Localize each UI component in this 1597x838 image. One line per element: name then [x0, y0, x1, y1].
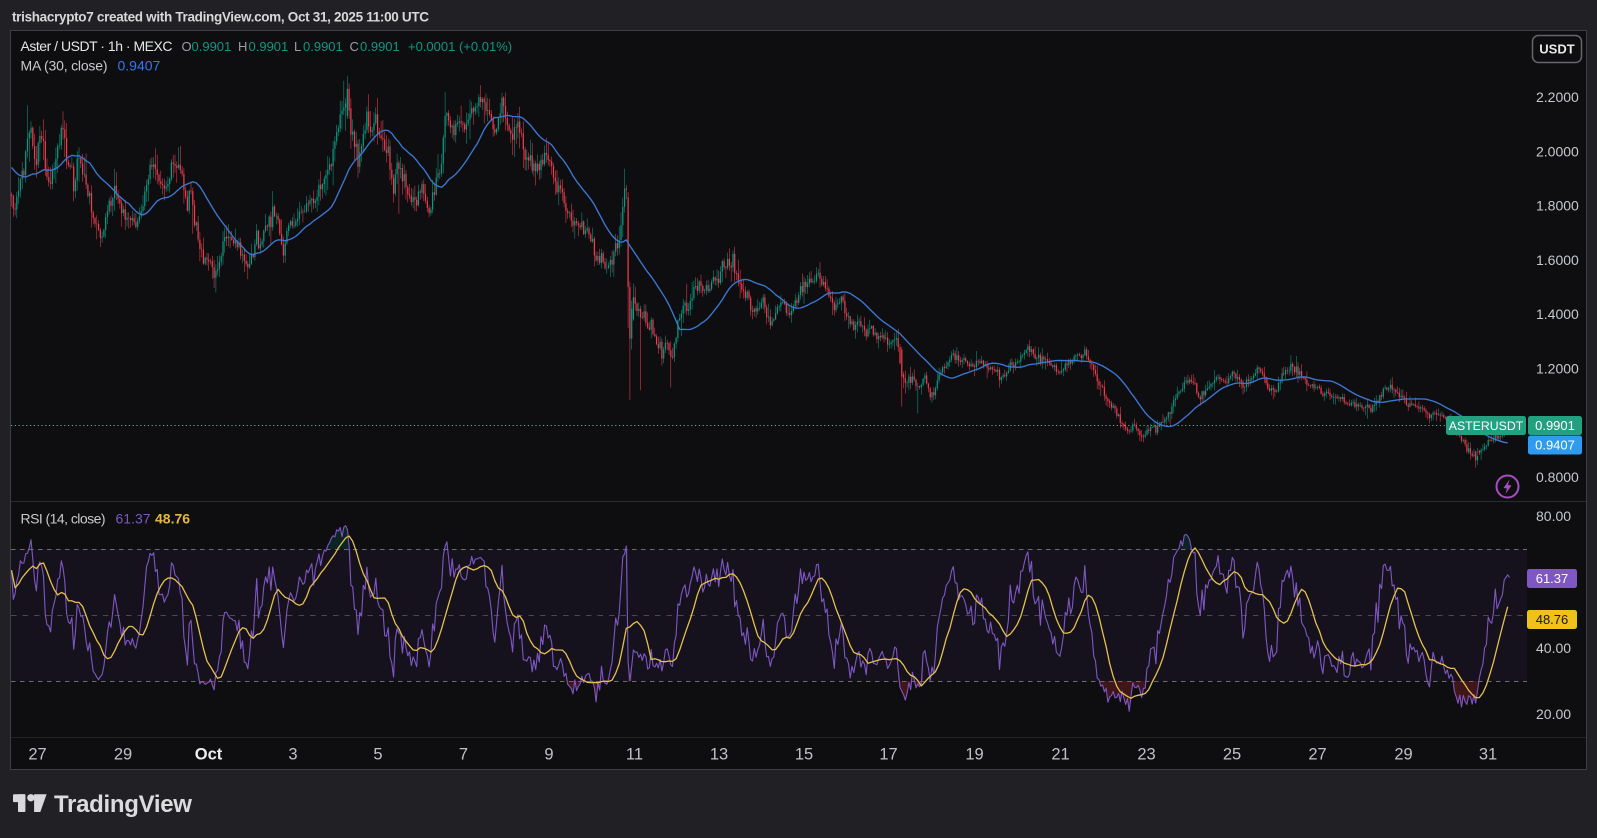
svg-text:1.2000: 1.2000: [1536, 361, 1579, 377]
svg-text:C: C: [350, 39, 359, 54]
svg-text:48.76: 48.76: [1536, 612, 1569, 627]
svg-text:0.9407: 0.9407: [118, 58, 161, 74]
svg-text:2.2000: 2.2000: [1536, 89, 1579, 105]
svg-text:2.0000: 2.0000: [1536, 143, 1579, 159]
svg-text:19: 19: [965, 746, 983, 764]
svg-text:27: 27: [1308, 746, 1326, 764]
svg-text:Aster / USDT · 1h · MEXC: Aster / USDT · 1h · MEXC: [21, 38, 173, 54]
svg-text:O: O: [182, 39, 192, 54]
svg-text:25: 25: [1223, 746, 1241, 764]
svg-text:0.9901: 0.9901: [360, 39, 400, 54]
svg-text:31: 31: [1479, 746, 1497, 764]
svg-text:L: L: [294, 39, 301, 54]
svg-text:13: 13: [710, 746, 728, 764]
svg-text:5: 5: [373, 746, 382, 764]
svg-text:15: 15: [795, 746, 813, 764]
svg-text:3: 3: [288, 746, 297, 764]
svg-text:61.37: 61.37: [1536, 571, 1569, 586]
svg-text:29: 29: [114, 746, 132, 764]
svg-text:1.4000: 1.4000: [1536, 306, 1579, 322]
svg-text:0.9901: 0.9901: [303, 39, 343, 54]
svg-text:40.00: 40.00: [1536, 640, 1571, 656]
svg-text:9: 9: [544, 746, 553, 764]
svg-text:1.6000: 1.6000: [1536, 252, 1579, 268]
svg-text:0.9901: 0.9901: [192, 39, 232, 54]
svg-text:7: 7: [459, 746, 468, 764]
svg-text:80.00: 80.00: [1536, 508, 1571, 524]
svg-text:0.8000: 0.8000: [1536, 469, 1579, 485]
svg-text:48.76: 48.76: [155, 511, 190, 527]
svg-text:0.9901: 0.9901: [249, 39, 289, 54]
svg-text:23: 23: [1137, 746, 1155, 764]
svg-text:11: 11: [626, 746, 643, 764]
svg-text:Oct: Oct: [195, 746, 223, 764]
svg-text:21: 21: [1051, 746, 1069, 764]
svg-text:0.9407: 0.9407: [1535, 438, 1575, 453]
svg-text:20.00: 20.00: [1536, 706, 1571, 722]
svg-text:1.8000: 1.8000: [1536, 198, 1579, 214]
svg-text:H: H: [238, 39, 247, 54]
svg-text:ASTERUSDT: ASTERUSDT: [1449, 419, 1524, 433]
svg-text:0.9901: 0.9901: [1535, 418, 1575, 433]
svg-text:61.37: 61.37: [116, 511, 151, 527]
svg-text:USDT: USDT: [1539, 42, 1574, 57]
svg-text:MA (30, close): MA (30, close): [21, 58, 108, 74]
svg-text:trishacrypto7 created with Tra: trishacrypto7 created with TradingView.c…: [12, 10, 429, 25]
svg-text:29: 29: [1394, 746, 1412, 764]
svg-text:+0.0001 (+0.01%): +0.0001 (+0.01%): [408, 39, 512, 54]
svg-text:TradingView: TradingView: [54, 791, 192, 818]
svg-text:17: 17: [879, 746, 897, 764]
svg-text:27: 27: [28, 746, 46, 764]
svg-text:RSI (14, close): RSI (14, close): [21, 511, 106, 527]
